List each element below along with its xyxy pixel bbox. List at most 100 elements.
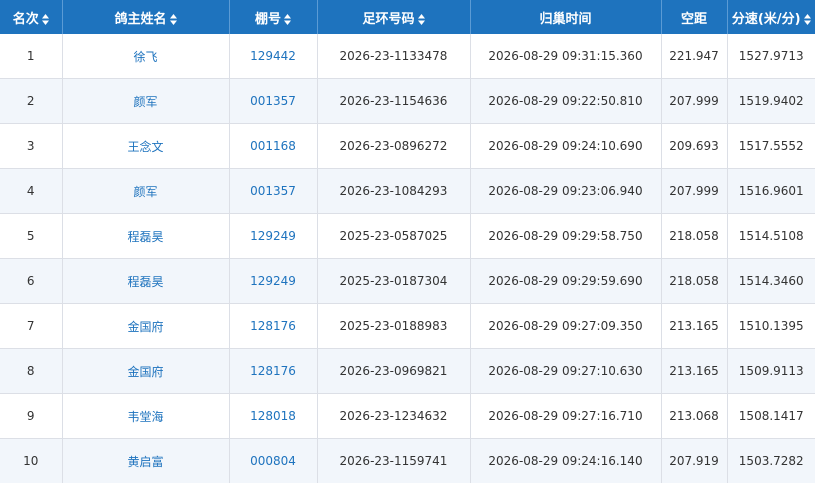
- arrival-time-cell: 2026-08-29 09:27:09.350: [470, 303, 662, 349]
- loft-number-link[interactable]: 129249: [250, 229, 296, 243]
- owner-name-cell: 金国府: [62, 303, 230, 349]
- ring-number-cell: 2025-23-0187304: [317, 258, 471, 304]
- header-owner-name[interactable]: 鸽主姓名: [62, 0, 230, 34]
- loft-number-cell: 000804: [229, 438, 318, 483]
- loft-number-cell: 129249: [229, 258, 318, 304]
- arrival-time-cell: 2026-08-29 09:27:10.630: [470, 348, 662, 394]
- owner-name-link[interactable]: 徐飞: [133, 50, 157, 64]
- header-row: 名次 鸽主姓名 棚号 足环号码 归巢时间 空距 分速(米/分): [0, 0, 815, 34]
- owner-name-link[interactable]: 颜军: [133, 185, 157, 199]
- rank-cell: 7: [0, 303, 63, 349]
- header-label: 鸽主姓名: [114, 11, 167, 27]
- distance-cell: 218.058: [661, 213, 728, 259]
- race-results-table: 名次 鸽主姓名 棚号 足环号码 归巢时间 空距 分速(米/分) 1 徐飞 129442 2026-…: [0, 0, 815, 483]
- arrival-time-cell: 2026-08-29 09:31:15.360: [470, 34, 662, 79]
- owner-name-cell: 黄启富: [62, 438, 230, 483]
- table-body: 1 徐飞 129442 2026-23-1133478 2026-08-29 09:31…: [0, 34, 815, 483]
- sort-icon[interactable]: [417, 13, 425, 25]
- table-row: 1 徐飞 129442 2026-23-1133478 2026-08-29 09:31…: [0, 34, 815, 79]
- distance-cell: 213.165: [661, 348, 728, 394]
- loft-number-link[interactable]: 001357: [250, 94, 296, 108]
- loft-number-cell: 128176: [229, 348, 318, 394]
- speed-cell: 1508.1417: [727, 393, 815, 439]
- loft-number-link[interactable]: 128176: [250, 319, 296, 333]
- arrival-time-cell: 2026-08-29 09:29:58.750: [470, 213, 662, 259]
- rank-cell: 6: [0, 258, 63, 304]
- speed-cell: 1527.9713: [727, 34, 815, 79]
- table-header: 名次 鸽主姓名 棚号 足环号码 归巢时间 空距 分速(米/分): [0, 0, 815, 34]
- owner-name-cell: 王念文: [62, 123, 230, 169]
- table-row: 8 金国府 128176 2026-23-0969821 2026-08-29 09:2…: [0, 348, 815, 394]
- loft-number-link[interactable]: 001168: [250, 139, 296, 153]
- header-label: 棚号: [254, 11, 281, 27]
- distance-cell: 213.068: [661, 393, 728, 439]
- sort-icon[interactable]: [169, 13, 177, 25]
- ring-number-cell: 2026-23-1084293: [317, 168, 471, 214]
- distance-cell: 213.165: [661, 303, 728, 349]
- table-row: 2 颜军 001357 2026-23-1154636 2026-08-29 09:22…: [0, 78, 815, 124]
- distance-cell: 207.919: [661, 438, 728, 483]
- header-label: 名次: [12, 11, 39, 27]
- table-row: 6 程磊昊 129249 2025-23-0187304 2026-08-29 09:2…: [0, 258, 815, 304]
- header-label: 空距: [680, 11, 707, 27]
- ring-number-cell: 2026-23-1154636: [317, 78, 471, 124]
- speed-cell: 1509.9113: [727, 348, 815, 394]
- distance-cell: 221.947: [661, 34, 728, 79]
- speed-cell: 1517.5552: [727, 123, 815, 169]
- header-distance: 空距: [661, 0, 728, 34]
- header-loft-number[interactable]: 棚号: [229, 0, 318, 34]
- owner-name-cell: 韦堂海: [62, 393, 230, 439]
- loft-number-cell: 001357: [229, 168, 318, 214]
- rank-cell: 5: [0, 213, 63, 259]
- rank-cell: 2: [0, 78, 63, 124]
- speed-cell: 1519.9402: [727, 78, 815, 124]
- arrival-time-cell: 2026-08-29 09:22:50.810: [470, 78, 662, 124]
- rank-cell: 10: [0, 438, 63, 483]
- owner-name-link[interactable]: 颜军: [133, 95, 157, 109]
- header-label: 归巢时间: [539, 11, 592, 27]
- loft-number-link[interactable]: 001357: [250, 184, 296, 198]
- loft-number-cell: 128018: [229, 393, 318, 439]
- ring-number-cell: 2026-23-1159741: [317, 438, 471, 483]
- header-arrival-time: 归巢时间: [470, 0, 662, 34]
- owner-name-link[interactable]: 程磊昊: [127, 230, 163, 244]
- owner-name-link[interactable]: 程磊昊: [127, 275, 163, 289]
- speed-cell: 1516.9601: [727, 168, 815, 214]
- table-row: 7 金国府 128176 2025-23-0188983 2026-08-29 09:2…: [0, 303, 815, 349]
- owner-name-link[interactable]: 韦堂海: [127, 410, 163, 424]
- speed-cell: 1514.3460: [727, 258, 815, 304]
- header-label: 足环号码: [362, 11, 415, 27]
- arrival-time-cell: 2026-08-29 09:27:16.710: [470, 393, 662, 439]
- owner-name-link[interactable]: 金国府: [127, 320, 163, 334]
- ring-number-cell: 2025-23-0587025: [317, 213, 471, 259]
- rank-cell: 9: [0, 393, 63, 439]
- arrival-time-cell: 2026-08-29 09:24:16.140: [470, 438, 662, 483]
- ring-number-cell: 2025-23-0188983: [317, 303, 471, 349]
- owner-name-cell: 程磊昊: [62, 258, 230, 304]
- owner-name-link[interactable]: 黄启富: [127, 455, 163, 469]
- arrival-time-cell: 2026-08-29 09:24:10.690: [470, 123, 662, 169]
- loft-number-link[interactable]: 000804: [250, 454, 296, 468]
- loft-number-link[interactable]: 129442: [250, 49, 296, 63]
- table-row: 9 韦堂海 128018 2026-23-1234632 2026-08-29 09:2…: [0, 393, 815, 439]
- loft-number-cell: 129442: [229, 34, 318, 79]
- header-rank[interactable]: 名次: [0, 0, 63, 34]
- ring-number-cell: 2026-23-0969821: [317, 348, 471, 394]
- owner-name-cell: 程磊昊: [62, 213, 230, 259]
- sort-icon[interactable]: [803, 13, 811, 25]
- loft-number-link[interactable]: 128018: [250, 409, 296, 423]
- owner-name-link[interactable]: 金国府: [127, 365, 163, 379]
- sort-icon[interactable]: [41, 13, 49, 25]
- owner-name-link[interactable]: 王念文: [127, 140, 163, 154]
- distance-cell: 207.999: [661, 168, 728, 214]
- owner-name-cell: 金国府: [62, 348, 230, 394]
- loft-number-link[interactable]: 129249: [250, 274, 296, 288]
- sort-icon[interactable]: [284, 13, 291, 25]
- loft-number-cell: 001357: [229, 78, 318, 124]
- header-label: 分速(米/分): [731, 11, 801, 27]
- loft-number-link[interactable]: 128176: [250, 364, 296, 378]
- loft-number-cell: 129249: [229, 213, 318, 259]
- distance-cell: 218.058: [661, 258, 728, 304]
- header-ring-number[interactable]: 足环号码: [317, 0, 471, 34]
- header-speed[interactable]: 分速(米/分): [727, 0, 815, 34]
